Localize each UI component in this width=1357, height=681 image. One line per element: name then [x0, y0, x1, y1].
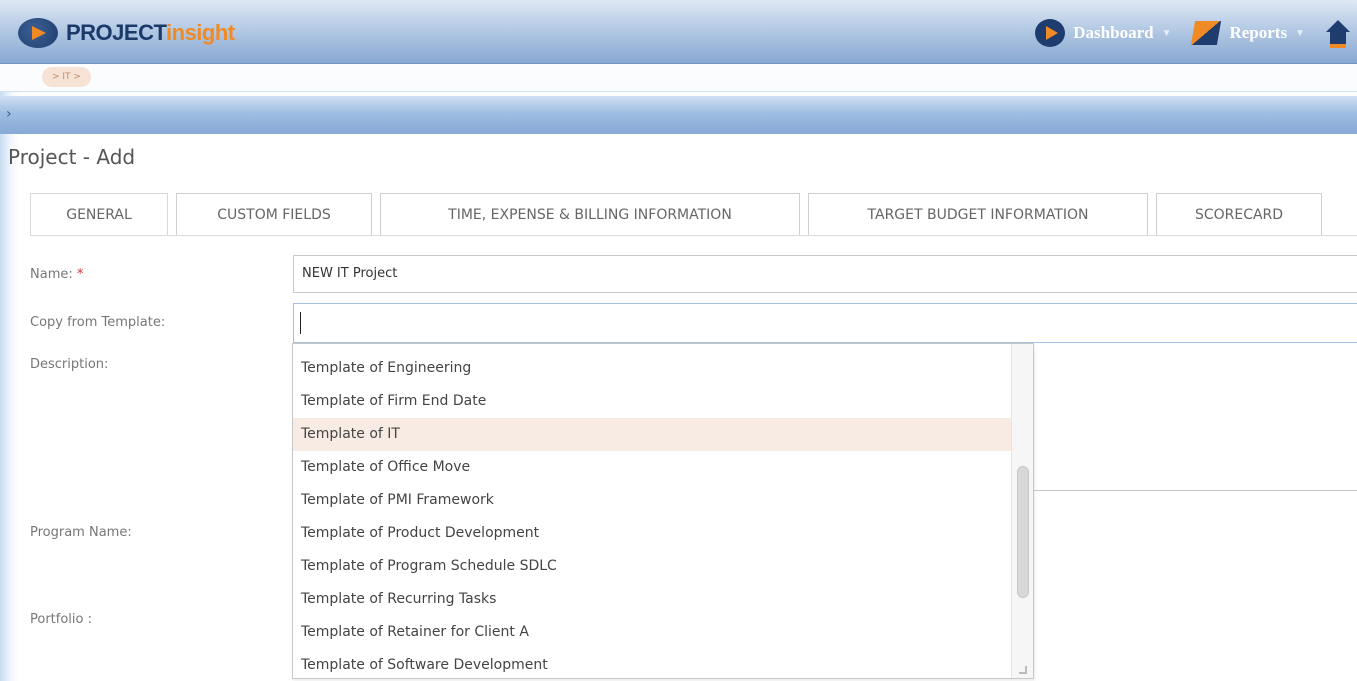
portfolio-label: Portfolio : [30, 612, 92, 627]
top-nav: Dashboard ▼ Reports ▼ [1035, 16, 1357, 50]
resize-grip-icon[interactable] [1019, 666, 1027, 674]
list-item[interactable]: Template of Retainer for Client A [293, 616, 1033, 649]
chevron-down-icon: ▼ [1295, 27, 1305, 39]
dashboard-menu[interactable]: Dashboard ▼ [1035, 19, 1171, 47]
required-marker: * [76, 267, 84, 282]
dashboard-label: Dashboard [1073, 23, 1154, 42]
copy-from-template-input[interactable] [293, 303, 1357, 343]
list-item[interactable]: Template of Program Schedule SDLC [293, 550, 1033, 583]
chevron-down-icon: ▼ [1161, 27, 1172, 39]
page-title: Project - Add [8, 145, 136, 169]
template-dropdown-list[interactable]: … Template of Engineering Template of Fi… [292, 343, 1034, 679]
reports-menu[interactable]: Reports ▼ [1191, 19, 1305, 47]
tab-bar: GENERAL CUSTOM FIELDS TIME, EXPENSE & BI… [30, 193, 1330, 235]
dropdown-scrollbar[interactable] [1011, 344, 1033, 678]
expand-panel-icon[interactable]: › [6, 106, 12, 122]
tab-scorecard[interactable]: SCORECARD [1156, 193, 1322, 235]
sub-navigation-bar: › [0, 96, 1357, 134]
list-item[interactable]: Template of Firm End Date [293, 385, 1033, 418]
logo-insight-text: insight [166, 20, 235, 45]
text-cursor [300, 312, 301, 334]
list-item[interactable]: Template of Engineering [293, 352, 1033, 385]
logo-project-text: PROJECT [66, 20, 167, 45]
logo-text: PROJECTinsight [66, 20, 235, 46]
tab-time-expense-billing[interactable]: TIME, EXPENSE & BILLING INFORMATION [380, 193, 800, 235]
reports-label: Reports [1229, 23, 1288, 42]
top-header: PROJECTinsight Dashboard ▼ Reports ▼ [0, 0, 1357, 64]
list-item[interactable]: Template of Product Development [293, 517, 1033, 550]
tab-custom-fields[interactable]: CUSTOM FIELDS [176, 193, 372, 235]
name-label-text: Name: [30, 267, 73, 282]
logo-play-icon [18, 18, 58, 48]
tab-general[interactable]: GENERAL [30, 193, 168, 235]
tab-divider [30, 235, 1357, 236]
breadcrumb[interactable]: > IT > [42, 67, 91, 87]
breadcrumb-bar: > IT > [0, 64, 1357, 92]
project-name-input[interactable]: NEW IT Project [293, 255, 1357, 293]
name-label: Name: * [30, 267, 83, 282]
list-item[interactable]: Template of Office Move [293, 451, 1033, 484]
projectinsight-logo[interactable]: PROJECTinsight [18, 16, 235, 50]
partial-list-item: … [301, 344, 315, 346]
list-item-highlighted[interactable]: Template of IT [293, 418, 1033, 451]
scrollbar-thumb[interactable] [1017, 466, 1029, 598]
home-icon[interactable] [1325, 20, 1351, 48]
list-item[interactable]: Template of Recurring Tasks [293, 583, 1033, 616]
description-label: Description: [30, 357, 109, 372]
dashboard-icon [1035, 19, 1066, 47]
description-textarea[interactable] [1030, 350, 1357, 491]
list-item[interactable]: Template of PMI Framework [293, 484, 1033, 517]
list-item[interactable]: Template of Software Development [293, 649, 1033, 678]
copy-from-template-label: Copy from Template: [30, 315, 166, 330]
reports-icon [1191, 19, 1221, 47]
program-name-label: Program Name: [30, 525, 132, 540]
tab-target-budget[interactable]: TARGET BUDGET INFORMATION [808, 193, 1148, 235]
